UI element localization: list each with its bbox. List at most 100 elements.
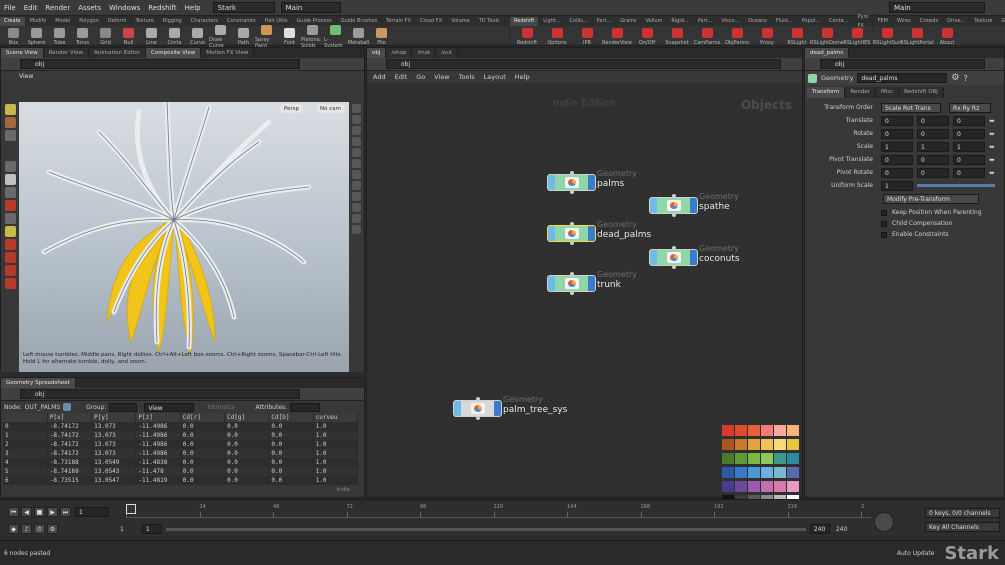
table-row[interactable]: 3 -8.74172 13.073 -11.4986 0.0 0.0 0.0 1.0: [3, 449, 359, 458]
palette-swatch[interactable]: [774, 439, 786, 450]
range-end-field[interactable]: 240: [809, 524, 830, 534]
tool-metaball[interactable]: Metaball: [347, 27, 370, 46]
display-options-icon[interactable]: [352, 104, 361, 113]
last-frame-button[interactable]: ⏭: [60, 507, 71, 517]
tool-path[interactable]: Path: [232, 27, 255, 46]
rotation-order-menu[interactable]: Rx Ry Rz: [949, 102, 991, 113]
tool-renderview[interactable]: RenderView: [602, 27, 632, 46]
menu-edit[interactable]: Edit: [20, 0, 42, 16]
param-translate-z[interactable]: 0: [953, 115, 985, 126]
shading-icon[interactable]: [352, 115, 361, 124]
view-tool-icon[interactable]: [4, 174, 16, 185]
path-tab-shop[interactable]: /shop: [386, 48, 413, 58]
palette-swatch[interactable]: [761, 439, 773, 450]
node-flag-left[interactable]: [548, 276, 555, 291]
network-path-field[interactable]: obj: [386, 59, 781, 69]
param-scale-z[interactable]: 1: [953, 141, 985, 152]
group-field[interactable]: [109, 402, 138, 412]
network-menu-edit[interactable]: Edit: [395, 73, 408, 81]
tool-box[interactable]: Box: [2, 27, 25, 46]
timeline-playhead[interactable]: [126, 504, 136, 514]
tab-render-view[interactable]: Render View: [43, 48, 89, 58]
tool-ipr[interactable]: IPR: [572, 27, 602, 46]
table-row[interactable]: 6 -8.73515 13.0547 -11.4819 0.0 0.0 0.0 1.0: [3, 476, 359, 485]
shelf-tab-wires[interactable]: Wires: [893, 17, 916, 26]
node-flag-right[interactable]: [588, 276, 595, 291]
menu-assets[interactable]: Assets: [74, 0, 105, 16]
magnet-snap-icon[interactable]: [4, 278, 16, 289]
palette-swatch[interactable]: [787, 439, 799, 450]
shelf-tab-conta[interactable]: Conta...: [825, 17, 854, 26]
shelf-tab-deform[interactable]: Deform: [104, 17, 132, 26]
light-icon[interactable]: [352, 137, 361, 146]
param-pivot-translate-z[interactable]: 0: [953, 154, 985, 165]
menu-help[interactable]: Help: [181, 0, 205, 16]
tab-scene-view[interactable]: Scene View: [1, 48, 44, 58]
palette-swatch[interactable]: [748, 467, 760, 478]
handle-tool-icon[interactable]: [4, 130, 16, 141]
tool-file[interactable]: File: [370, 27, 393, 46]
param-pivot-rotate-y[interactable]: 0: [917, 167, 949, 178]
shelf-tab-grains[interactable]: Grains: [616, 17, 642, 26]
parameter-path-field[interactable]: obj: [820, 59, 985, 69]
tool-on-off[interactable]: On/Off: [632, 27, 662, 46]
node-trunk[interactable]: [547, 272, 596, 295]
bounds-icon[interactable]: [352, 214, 361, 223]
tool-circle[interactable]: Circle: [163, 27, 186, 46]
tool-rslightdome[interactable]: RSLightDome: [810, 27, 844, 46]
grid-snap-icon[interactable]: [4, 239, 16, 250]
palette-swatch[interactable]: [787, 425, 799, 436]
palette-swatch[interactable]: [735, 467, 747, 478]
tool-camparms[interactable]: CamParms: [692, 27, 722, 46]
table-row[interactable]: 4 -8.73188 13.0549 -11.4838 0.0 0.0 0.0 1.0: [3, 458, 359, 467]
param-rotate-z[interactable]: 0: [953, 128, 985, 139]
tool-line[interactable]: Line: [140, 27, 163, 46]
tool-grid[interactable]: Grid: [94, 27, 117, 46]
shelf-tab-collis[interactable]: Collis...: [566, 17, 593, 26]
node-input-connector[interactable]: [672, 246, 676, 250]
audio-icon[interactable]: ♪: [21, 524, 32, 534]
param-translate-x[interactable]: 0: [881, 115, 913, 126]
shelf-tab-polygon[interactable]: Polygon: [75, 17, 104, 26]
spreadsheet-path-field[interactable]: obj: [20, 389, 300, 399]
transform-tool-icon[interactable]: [4, 117, 16, 128]
param-tab-render[interactable]: Render: [845, 87, 876, 98]
first-frame-button[interactable]: ⏮: [8, 507, 19, 517]
camera-menu[interactable]: No cam: [316, 104, 345, 113]
shelf-tab-texture[interactable]: Texture: [970, 17, 998, 26]
channel-link-icon[interactable]: ⬌: [989, 169, 995, 177]
palette-swatch[interactable]: [748, 453, 760, 464]
path-tab-obj[interactable]: obj: [367, 48, 387, 58]
path-tab-mat[interactable]: /mat: [412, 48, 437, 58]
channel-link-icon[interactable]: ⬌: [989, 117, 995, 125]
layout-icon[interactable]: [352, 225, 361, 234]
node-value[interactable]: OUT_PALMS: [25, 404, 60, 411]
shelf-tab-volume[interactable]: Volume: [447, 17, 475, 26]
node-dead-palms[interactable]: [547, 222, 596, 245]
current-frame-field[interactable]: 1: [75, 507, 109, 517]
play-button[interactable]: ▶: [47, 507, 58, 517]
uniform-scale-field[interactable]: 1: [881, 180, 913, 191]
viewport-path-field[interactable]: obj: [20, 59, 300, 69]
settings-icon[interactable]: ⚙: [47, 524, 58, 534]
stop-button[interactable]: ■: [34, 507, 45, 517]
palette-swatch[interactable]: [748, 439, 760, 450]
tool-rslight[interactable]: RSLight: [782, 27, 812, 46]
shelf-tab-terrain-fx[interactable]: Terrain FX: [382, 17, 416, 26]
network-menu-view[interactable]: View: [434, 73, 449, 81]
menu-redshift[interactable]: Redshift: [144, 0, 180, 16]
network-menu-layout[interactable]: Layout: [484, 73, 506, 81]
desktop-selector[interactable]: Stark: [212, 2, 275, 13]
param-translate-y[interactable]: 0: [917, 115, 949, 126]
shelf-tab-fluid[interactable]: Fluid...: [772, 17, 798, 26]
node-flag-right[interactable]: [690, 250, 697, 265]
tool-torus[interactable]: Torus: [71, 27, 94, 46]
shelf-tab-texture[interactable]: Texture: [131, 17, 159, 26]
palette-swatch[interactable]: [748, 425, 760, 436]
wireframe-icon[interactable]: [352, 170, 361, 179]
attributes-field[interactable]: [290, 402, 321, 412]
node-palms[interactable]: [547, 171, 596, 194]
node-flag-right[interactable]: [690, 198, 697, 213]
lock-camera-icon[interactable]: [352, 126, 361, 135]
node-flag-left[interactable]: [548, 175, 555, 190]
